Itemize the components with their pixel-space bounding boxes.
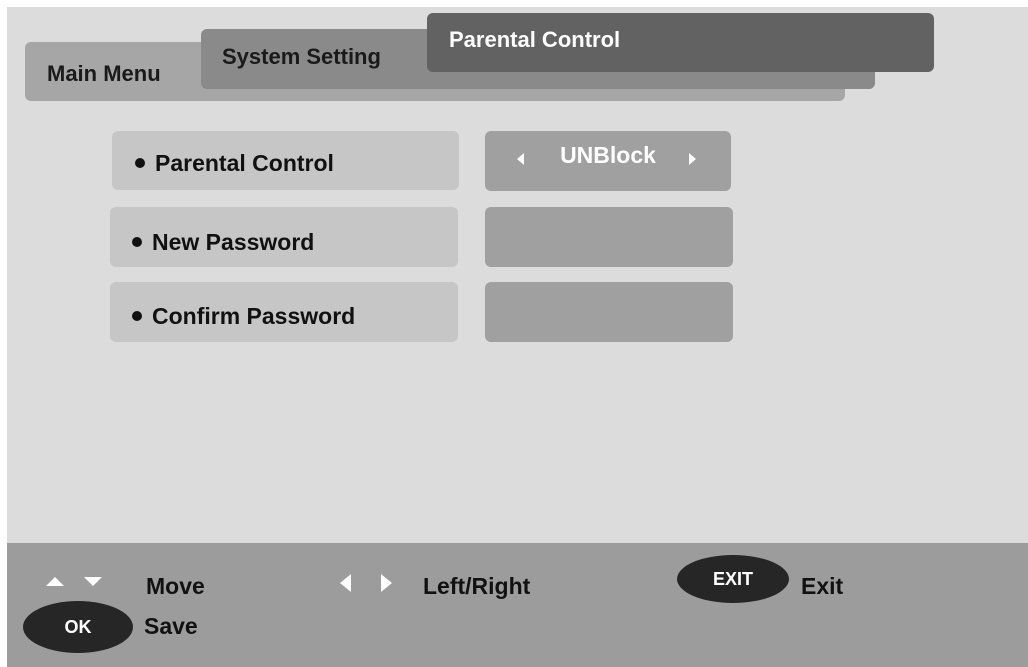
- tab-system-setting-label: System Setting: [222, 44, 381, 69]
- new-password-row-label[interactable]: New Password: [110, 207, 458, 267]
- tab-main-menu-label: Main Menu: [47, 61, 161, 86]
- left-right-hint-label: Left/Right: [423, 573, 531, 599]
- left-arrow-icon: [340, 574, 351, 592]
- parental-control-value-selector[interactable]: UNBlock: [485, 131, 731, 191]
- ok-key-icon: OK: [23, 601, 133, 653]
- confirm-password-field[interactable]: [485, 282, 733, 342]
- parental-control-screen: Main Menu System Setting Parental Contro…: [7, 7, 1028, 667]
- bullet-icon: [132, 310, 142, 321]
- confirm-password-row-label[interactable]: Confirm Password: [110, 282, 458, 342]
- bullet-icon: [135, 157, 145, 168]
- tab-parental-control-label: Parental Control: [449, 27, 621, 52]
- key-hints-bar: Move Left/Right EXIT Exit OK Save: [7, 543, 1028, 667]
- tab-parental-control[interactable]: Parental Control: [427, 13, 934, 72]
- down-arrow-icon: [84, 577, 102, 586]
- parental-control-label: Parental Control: [155, 150, 334, 176]
- parental-control-row-label[interactable]: Parental Control: [112, 131, 459, 190]
- save-hint-label: Save: [144, 613, 198, 639]
- up-arrow-icon: [46, 577, 64, 586]
- move-hint-label: Move: [146, 573, 205, 599]
- exit-key-icon: EXIT: [677, 555, 789, 603]
- bullet-icon: [132, 236, 142, 247]
- right-arrow-icon: [381, 574, 392, 592]
- new-password-field[interactable]: [485, 207, 733, 267]
- exit-hint-label: Exit: [801, 573, 844, 599]
- new-password-label: New Password: [152, 229, 315, 255]
- confirm-password-label: Confirm Password: [152, 303, 356, 329]
- right-arrow-icon[interactable]: [689, 153, 696, 165]
